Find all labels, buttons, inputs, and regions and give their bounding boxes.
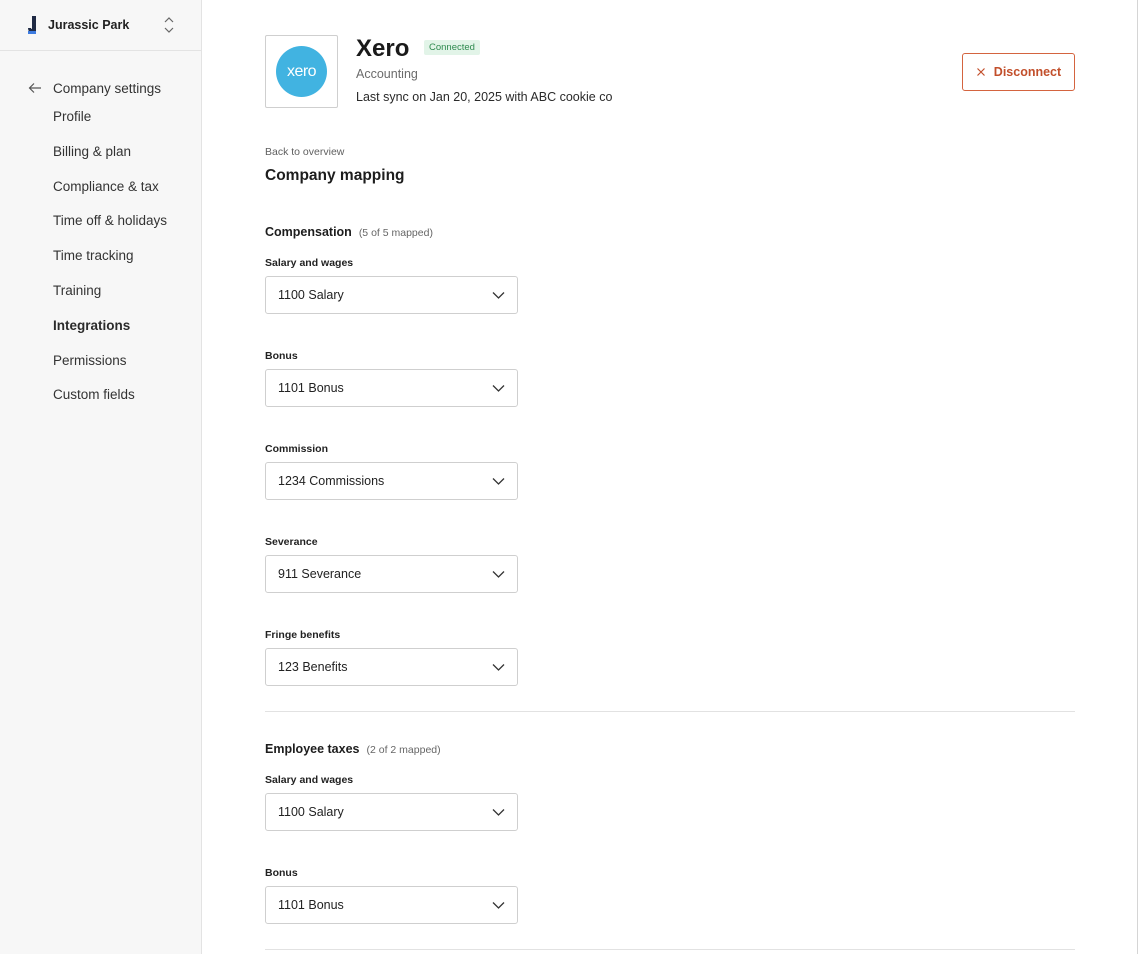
account-select[interactable]: 1100 Salary bbox=[265, 793, 518, 831]
chevron-down-icon bbox=[492, 478, 505, 485]
settings-nav-list: Profile Billing & plan Compliance & tax Tim… bbox=[0, 100, 201, 413]
account-select[interactable]: 1101 Bonus bbox=[265, 886, 518, 924]
integration-header: xero Xero Connected Accounting Last sync… bbox=[265, 35, 1075, 109]
select-value: 1101 Bonus bbox=[278, 898, 344, 912]
sidebar-item-compliance-tax[interactable]: Compliance & tax bbox=[0, 170, 201, 205]
account-select[interactable]: 1101 Bonus bbox=[265, 369, 518, 407]
mapping-field: Severance 911 Severance bbox=[265, 536, 1075, 593]
field-label: Commission bbox=[265, 443, 329, 455]
mapping-field: Commission 1234 Commissions bbox=[265, 443, 1075, 500]
section-mapped-count: (5 of 5 mapped) bbox=[358, 227, 433, 239]
company-settings-label: Company settings bbox=[53, 80, 162, 96]
workspace-switcher[interactable]: Jurassic Park bbox=[0, 0, 201, 51]
close-icon bbox=[976, 68, 985, 76]
mapping-section: Employee taxes (2 of 2 mapped) Salary and … bbox=[265, 742, 1075, 950]
mapping-field: Fringe benefits 123 Benefits bbox=[265, 629, 1075, 686]
section-title: Employee taxes bbox=[265, 742, 360, 756]
field-label: Bonus bbox=[265, 350, 298, 362]
sidebar-item-permissions[interactable]: Permissions bbox=[0, 344, 201, 379]
chevron-down-icon bbox=[492, 385, 505, 392]
workspace-name: Jurassic Park bbox=[48, 18, 130, 32]
select-value: 1100 Salary bbox=[278, 288, 344, 302]
account-select[interactable]: 1234 Commissions bbox=[265, 462, 518, 500]
account-select[interactable]: 123 Benefits bbox=[265, 648, 518, 686]
status-badge: Connected bbox=[424, 40, 480, 55]
select-value: 1101 Bonus bbox=[278, 381, 344, 395]
settings-nav: Company settings Profile Billing & plan Co… bbox=[0, 51, 201, 413]
disconnect-button[interactable]: Disconnect bbox=[962, 53, 1075, 91]
app-title: Xero bbox=[356, 35, 410, 62]
xero-logo-mark: xero bbox=[276, 46, 327, 97]
disconnect-label: Disconnect bbox=[993, 65, 1062, 79]
sidebar-item-profile[interactable]: Profile bbox=[0, 100, 201, 135]
field-label: Fringe benefits bbox=[265, 629, 341, 641]
account-select[interactable]: 1100 Salary bbox=[265, 276, 518, 314]
sidebar-item-time-tracking[interactable]: Time tracking bbox=[0, 239, 201, 274]
section-divider bbox=[265, 949, 1075, 950]
section-header: Compensation (5 of 5 mapped) bbox=[265, 225, 1075, 239]
back-to-overview-link[interactable]: Back to overview bbox=[265, 146, 1075, 158]
chevron-down-icon bbox=[492, 809, 505, 816]
account-select[interactable]: 911 Severance bbox=[265, 555, 518, 593]
mapping-field: Bonus 1101 Bonus bbox=[265, 350, 1075, 407]
mapping-sections: Compensation (5 of 5 mapped) Salary and wa… bbox=[265, 225, 1075, 950]
sidebar-item-training[interactable]: Training bbox=[0, 274, 201, 309]
mapping-field: Salary and wages 1100 Salary bbox=[265, 257, 1075, 314]
section-mapped-count: (2 of 2 mapped) bbox=[366, 744, 441, 756]
select-value: 1100 Salary bbox=[278, 805, 344, 819]
chevron-down-icon bbox=[492, 902, 505, 909]
mapping-content: Back to overview Company mapping Compens… bbox=[265, 146, 1075, 950]
chevron-down-icon bbox=[492, 664, 505, 671]
sidebar: Jurassic Park Company settings Profile Bi… bbox=[0, 0, 202, 954]
mapping-section: Compensation (5 of 5 mapped) Salary and wa… bbox=[265, 225, 1075, 712]
sidebar-item-billing-plan[interactable]: Billing & plan bbox=[0, 135, 201, 170]
field-label: Salary and wages bbox=[265, 257, 354, 269]
field-label: Bonus bbox=[265, 867, 298, 879]
arrow-left-icon bbox=[28, 83, 41, 93]
field-label: Salary and wages bbox=[265, 774, 354, 786]
workspace-logo-icon bbox=[28, 16, 36, 34]
app-category: Accounting bbox=[356, 67, 418, 81]
chevron-up-down-icon[interactable] bbox=[163, 15, 175, 35]
section-title: Compensation bbox=[265, 225, 352, 239]
section-divider bbox=[265, 711, 1075, 712]
chevron-down-icon bbox=[492, 571, 505, 578]
sidebar-item-time-off-holidays[interactable]: Time off & holidays bbox=[0, 204, 201, 239]
sidebar-item-custom-fields[interactable]: Custom fields bbox=[0, 378, 201, 413]
chevron-down-icon bbox=[492, 292, 505, 299]
select-value: 1234 Commissions bbox=[278, 474, 385, 488]
xero-logo-text: xero bbox=[286, 62, 317, 80]
select-value: 911 Severance bbox=[278, 567, 362, 581]
mapping-field: Bonus 1101 Bonus bbox=[265, 867, 1075, 924]
field-label: Severance bbox=[265, 536, 318, 548]
sidebar-item-integrations[interactable]: Integrations bbox=[0, 309, 201, 344]
page-title: Company mapping bbox=[265, 167, 405, 184]
section-header: Employee taxes (2 of 2 mapped) bbox=[265, 742, 1075, 756]
mapping-field: Salary and wages 1100 Salary bbox=[265, 774, 1075, 831]
select-value: 123 Benefits bbox=[278, 660, 348, 674]
main-content: xero Xero Connected Accounting Last sync… bbox=[202, 0, 1138, 954]
xero-logo: xero bbox=[265, 35, 338, 108]
company-settings-back[interactable]: Company settings bbox=[0, 77, 201, 99]
last-sync-text: Last sync on Jan 20, 2025 with ABC cooki… bbox=[356, 90, 613, 104]
